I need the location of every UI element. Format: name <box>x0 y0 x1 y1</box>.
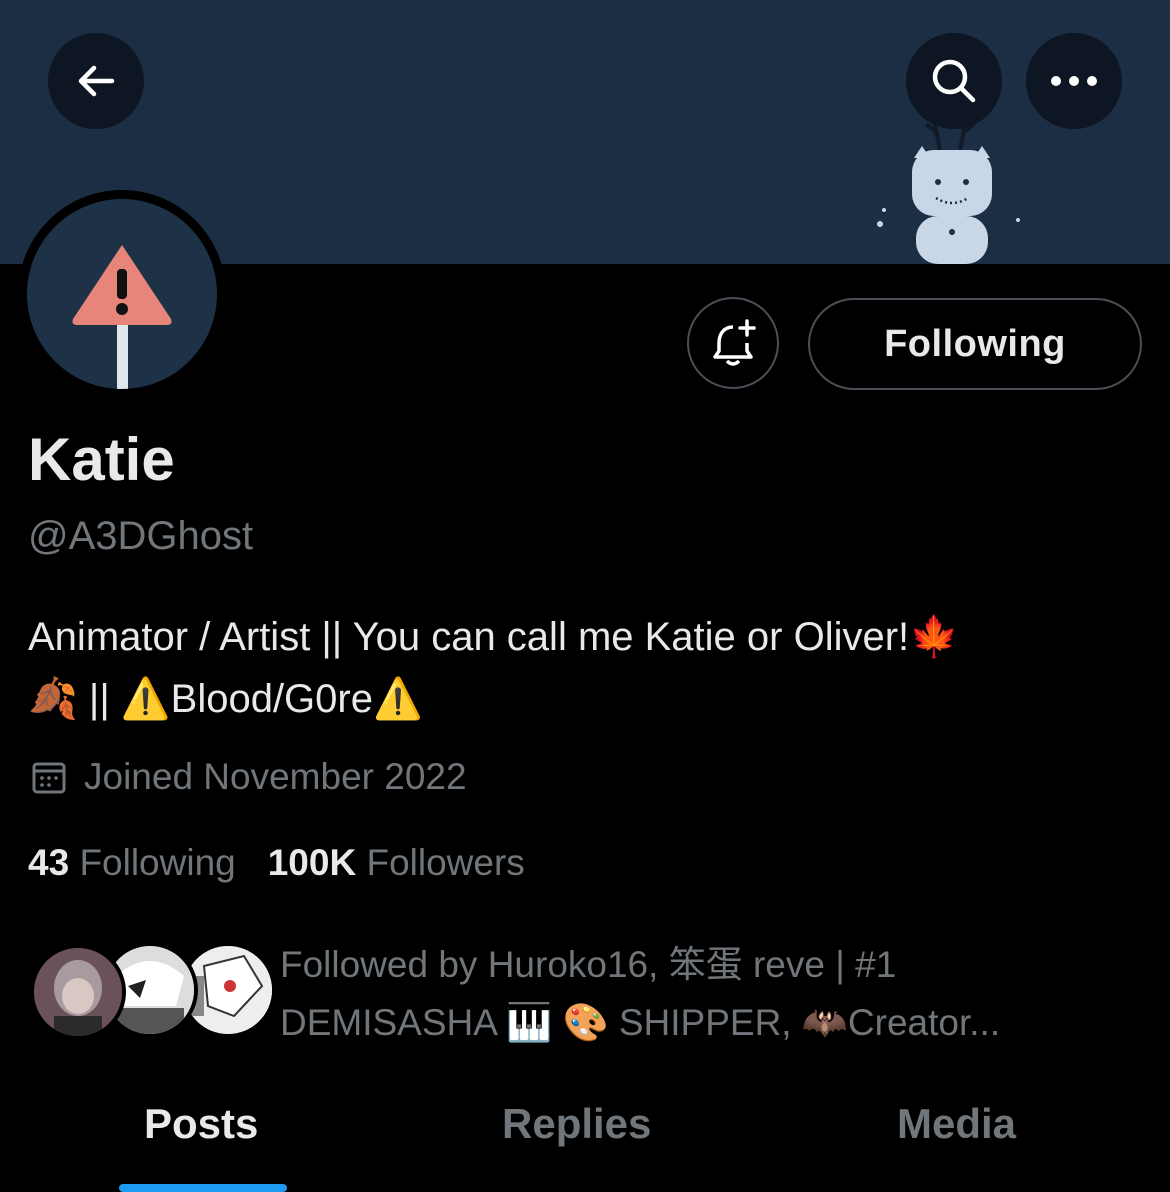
profile-bio: Animator / Artist || You can call me Kat… <box>28 606 1138 730</box>
profile-tabs: Posts Replies Media <box>0 1090 1170 1192</box>
tab-replies[interactable]: Replies <box>502 1100 651 1148</box>
calendar-icon <box>30 758 68 796</box>
more-options-button[interactable] <box>1026 33 1122 129</box>
more-horizontal-icon <box>1051 76 1097 86</box>
profile-stats: 43 Following 100K Followers <box>28 838 525 888</box>
back-button[interactable] <box>48 33 144 129</box>
follower-avatar <box>30 944 126 1040</box>
tab-media[interactable]: Media <box>897 1100 1016 1148</box>
followers-count: 100K <box>267 842 357 883</box>
bell-plus-icon <box>713 319 756 366</box>
search-icon <box>932 59 976 103</box>
user-handle: @A3DGhost <box>28 514 254 558</box>
following-stat[interactable]: 43 Following <box>28 838 236 888</box>
avatar-image <box>27 199 217 389</box>
warning-emoji: ⚠️ <box>372 676 423 722</box>
warning-emoji: ⚠️ <box>120 676 171 722</box>
arrow-left-icon <box>78 65 115 97</box>
bio-text-line1: Animator / Artist || You can call me Kat… <box>28 615 910 659</box>
followers-stat[interactable]: 100K Followers <box>268 838 525 888</box>
followed-by-text: Followed by Huroko16, 笨蛋 reve | #1 DEMIS… <box>280 944 1001 1043</box>
following-button[interactable]: Following <box>808 298 1142 390</box>
followed-by-section[interactable]: Followed by Huroko16, 笨蛋 reve | #1 DEMIS… <box>30 940 1140 1044</box>
tab-posts[interactable]: Posts <box>144 1100 258 1148</box>
joined-text: Joined November 2022 <box>84 756 467 797</box>
followers-label: Followers <box>366 842 525 883</box>
bio-text-line2: Blood/G0re <box>170 677 373 721</box>
display-name: Katie <box>28 426 175 493</box>
maple-leaf-emoji: 🍁 <box>909 614 959 660</box>
active-tab-indicator <box>119 1184 287 1192</box>
notifications-button[interactable] <box>687 297 779 389</box>
following-label: Following <box>79 842 236 883</box>
profile-avatar[interactable] <box>18 190 226 398</box>
search-button[interactable] <box>906 33 1002 129</box>
bio-separator: || <box>77 677 121 721</box>
joined-date: Joined November 2022 <box>30 752 467 802</box>
fallen-leaf-emoji: 🍂 <box>28 676 78 722</box>
warning-sign-avatar-icon <box>72 245 172 389</box>
snowman-illustration <box>877 119 1020 264</box>
following-count: 43 <box>28 842 70 883</box>
